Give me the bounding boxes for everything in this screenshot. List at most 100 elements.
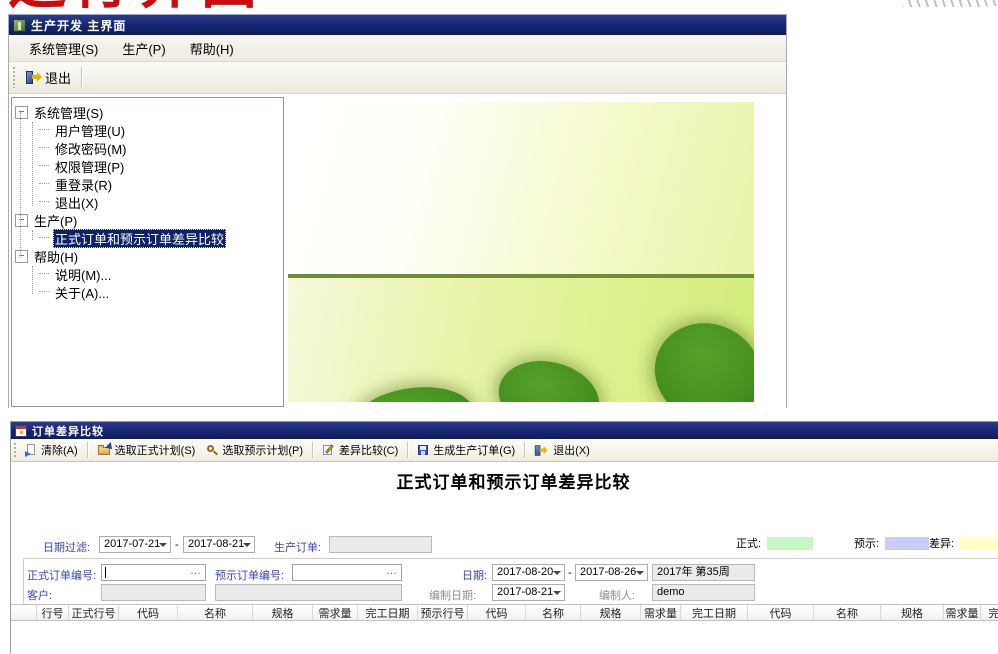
tree-connector bbox=[39, 183, 49, 185]
tree-node-label: 帮助(H) bbox=[32, 247, 80, 266]
date2-to-combo[interactable]: 2017-08-26 bbox=[575, 564, 648, 581]
tree-guide-line bbox=[32, 266, 33, 294]
tree-node-label: 关于(A)... bbox=[53, 283, 111, 302]
grid-column-header[interactable]: 代码 bbox=[468, 605, 526, 620]
tree-node[interactable]: 重登录(R) bbox=[12, 175, 283, 193]
forecast-order-no-label: 预示订单编号: bbox=[215, 567, 284, 583]
tree-node[interactable]: −系统管理(S) bbox=[12, 103, 283, 121]
tree-node-label: 重登录(R) bbox=[53, 175, 114, 194]
tree-collapse-icon[interactable]: − bbox=[15, 214, 28, 227]
grid-column-header[interactable]: 行号 bbox=[37, 605, 69, 620]
formal-order-no-input[interactable]: … bbox=[101, 564, 206, 581]
tree-collapse-icon[interactable]: − bbox=[15, 106, 28, 119]
preparer-label: 编制人: bbox=[599, 587, 635, 603]
date-label: 日期: bbox=[462, 567, 487, 583]
grid-column-header[interactable]: 需求量 bbox=[641, 605, 681, 620]
grid-column-header[interactable]: 规格 bbox=[253, 605, 313, 620]
toolbar-button-5[interactable]: 退出(X) bbox=[529, 441, 595, 459]
main-toolbar: 退出 bbox=[9, 62, 786, 94]
grid-column-header[interactable]: 完工日期 bbox=[981, 605, 998, 620]
grid-column-header[interactable] bbox=[11, 605, 37, 620]
tree-collapse-icon[interactable]: − bbox=[15, 250, 28, 263]
prepared-date-combo[interactable]: 2017-08-21 bbox=[492, 584, 565, 601]
grid-column-header[interactable]: 规格 bbox=[881, 605, 944, 620]
tree-node[interactable]: −生产(P) bbox=[12, 211, 283, 229]
tree-connector bbox=[39, 273, 49, 275]
date-range-dash: - bbox=[568, 567, 572, 579]
date-range-dash: - bbox=[175, 539, 179, 551]
toolbar-separator bbox=[87, 442, 88, 457]
toolbar-button-1[interactable]: 选取正式计划(S) bbox=[92, 441, 201, 459]
exit-button[interactable]: 退出 bbox=[19, 66, 77, 89]
toolbar-separator bbox=[81, 67, 82, 89]
compare-window: 订单差异比较 清除(A) 选取正式计划(S)选取预示计划(P) 差异比较(C) 生成生… bbox=[10, 421, 998, 653]
menu-item-help[interactable]: 帮助(H) bbox=[178, 36, 246, 61]
toolbar-button-label: 退出(X) bbox=[553, 442, 590, 458]
tree-node[interactable]: 退出(X) bbox=[12, 193, 283, 211]
tree-node-label: 生产(P) bbox=[32, 211, 79, 230]
open-folder-icon bbox=[97, 444, 112, 457]
grid-column-header[interactable]: 代码 bbox=[119, 605, 178, 620]
grid-column-header[interactable]: 完工日期 bbox=[358, 605, 418, 620]
toolbar-button-3[interactable]: 差异比较(C) bbox=[317, 441, 403, 459]
compare-edit-icon bbox=[322, 443, 336, 457]
customer-name-field bbox=[215, 584, 402, 601]
menu-item-production[interactable]: 生产(P) bbox=[110, 36, 177, 61]
tree-node[interactable]: −帮助(H) bbox=[12, 247, 283, 265]
main-menubar: 系统管理(S)生产(P)帮助(H) bbox=[9, 35, 786, 62]
tree-connector bbox=[39, 291, 49, 293]
forecast-order-no-input[interactable]: … bbox=[292, 564, 402, 581]
legend-item: 预示: bbox=[854, 535, 929, 551]
tree-node[interactable]: 正式订单和预示订单差异比较 bbox=[12, 229, 283, 247]
grid-column-header[interactable]: 预示行号 bbox=[418, 605, 468, 620]
menu-item-system[interactable]: 系统管理(S) bbox=[17, 36, 110, 61]
tree-node[interactable]: 权限管理(P) bbox=[12, 157, 283, 175]
tree-node[interactable]: 修改密码(M) bbox=[12, 139, 283, 157]
date-from-combo[interactable]: 2017-07-21 bbox=[99, 536, 171, 553]
grid-column-header[interactable]: 规格 bbox=[581, 605, 641, 620]
main-window: 生产开发 主界面 系统管理(S)生产(P)帮助(H) 退出 −系统管理(S)用户… bbox=[8, 14, 787, 408]
toolbar-button-0[interactable]: 清除(A) bbox=[20, 441, 83, 459]
tree-connector bbox=[39, 129, 49, 131]
grid-column-header[interactable]: 需求量 bbox=[944, 605, 981, 620]
watermark-fragment bbox=[903, 0, 998, 7]
grid-column-header[interactable]: 代码 bbox=[748, 605, 814, 620]
legend-swatch bbox=[885, 537, 929, 550]
tree-connector bbox=[39, 147, 49, 149]
tree-guide-line bbox=[20, 112, 21, 258]
photo-gradient-top bbox=[288, 102, 754, 274]
date2-from-combo[interactable]: 2017-08-20 bbox=[492, 564, 565, 581]
legend-swatch bbox=[960, 537, 998, 550]
chevron-down-icon bbox=[243, 543, 251, 547]
grid-column-header[interactable]: 完工日期 bbox=[681, 605, 748, 620]
tree-node-label: 权限管理(P) bbox=[53, 157, 126, 176]
production-order-field bbox=[329, 536, 432, 553]
grid-column-header[interactable]: 需求量 bbox=[313, 605, 358, 620]
grid-column-header[interactable]: 名称 bbox=[526, 605, 581, 620]
tree-node-label: 用户管理(U) bbox=[53, 121, 127, 140]
main-window-titlebar: 生产开发 主界面 bbox=[9, 15, 786, 35]
navigation-tree: −系统管理(S)用户管理(U)修改密码(M)权限管理(P)重登录(R)退出(X)… bbox=[11, 97, 284, 407]
tree-node-label: 系统管理(S) bbox=[32, 103, 105, 122]
tree-node[interactable]: 关于(A)... bbox=[12, 283, 283, 301]
browse-button[interactable]: … bbox=[386, 564, 398, 579]
toolbar-button-2[interactable]: 选取预示计划(P) bbox=[200, 441, 308, 459]
tree-connector bbox=[39, 237, 49, 239]
legend-swatch bbox=[767, 537, 813, 550]
tree-node-label: 说明(M)... bbox=[53, 265, 113, 284]
toolbar-button-4[interactable]: 生成生产订单(G) bbox=[412, 441, 520, 459]
compare-window-titlebar: 订单差异比较 bbox=[11, 422, 998, 439]
chevron-down-icon bbox=[553, 571, 561, 575]
browse-button[interactable]: … bbox=[190, 564, 202, 579]
tree-guide-line bbox=[32, 122, 33, 206]
tree-node[interactable]: 用户管理(U) bbox=[12, 121, 283, 139]
compare-heading: 正式订单和预示订单差异比较 bbox=[11, 468, 998, 493]
legend-label: 正式: bbox=[736, 535, 761, 551]
grid-column-header[interactable]: 名称 bbox=[178, 605, 253, 620]
grid-app-icon bbox=[15, 425, 27, 437]
grid-column-header[interactable]: 名称 bbox=[814, 605, 881, 620]
grid-column-header[interactable]: 正式行号 bbox=[69, 605, 119, 620]
tree-connector bbox=[39, 165, 49, 167]
date-to-combo[interactable]: 2017-08-21 bbox=[183, 536, 255, 553]
tree-node[interactable]: 说明(M)... bbox=[12, 265, 283, 283]
